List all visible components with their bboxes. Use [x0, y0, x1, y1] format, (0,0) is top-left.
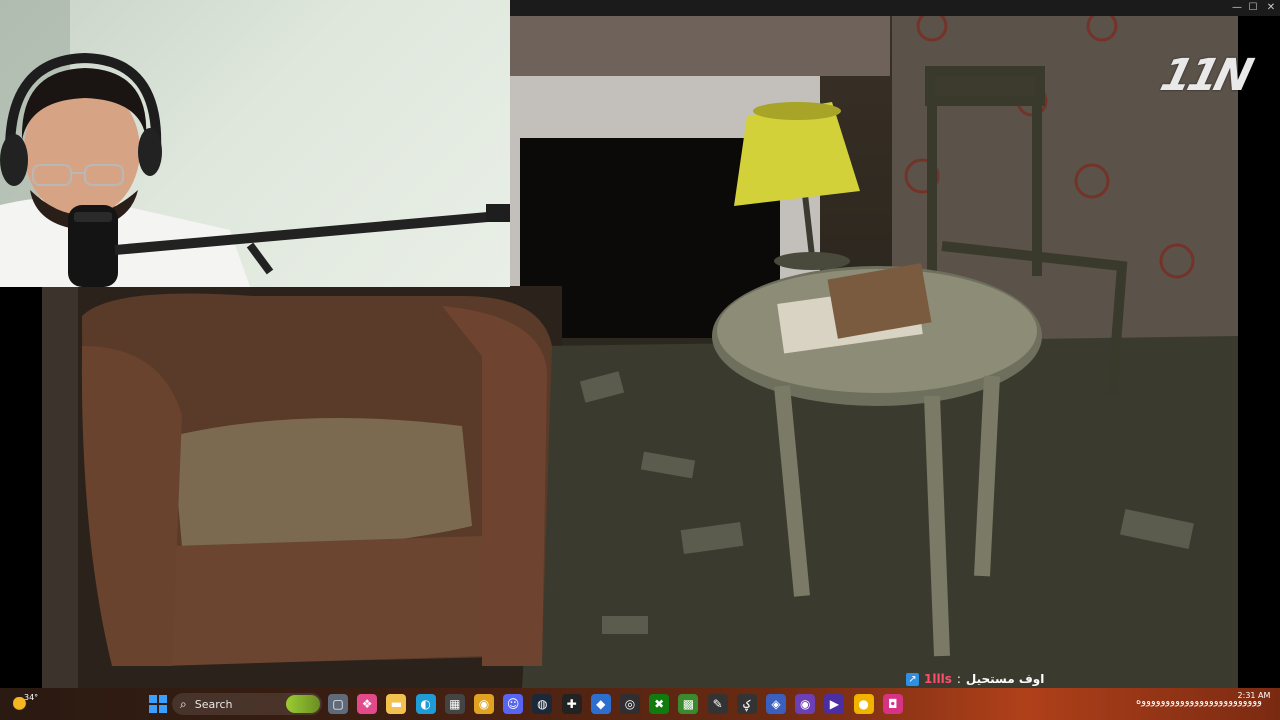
- chat-separator: :: [956, 672, 961, 686]
- edge-icon[interactable]: ◐: [415, 694, 436, 714]
- webcam-overlay: [0, 0, 510, 287]
- capture-icon[interactable]: ✚: [561, 694, 582, 714]
- window-controls-bar: — ☐ ✕: [510, 0, 1280, 16]
- taskbar-clock[interactable]: 2:31 AM: [1234, 691, 1274, 700]
- purple-app-icon[interactable]: ◉: [795, 694, 816, 714]
- media-icon[interactable]: ▶: [824, 694, 845, 714]
- minecraft-icon[interactable]: ▩: [678, 694, 699, 714]
- app-blue-icon[interactable]: ◆: [590, 694, 611, 714]
- streamer-webcam-image: [0, 0, 510, 287]
- weather-temperature: 34°: [24, 693, 39, 702]
- pink-app-icon[interactable]: ◘: [882, 694, 903, 714]
- windows-start-icon[interactable]: [148, 694, 168, 714]
- chat-message: ↗ 1llls : اوف مستحيل: [906, 670, 1044, 688]
- search-placeholder: Search: [194, 697, 233, 711]
- chat-username: 1llls: [924, 672, 952, 686]
- colorful-app-icon[interactable]: ❖: [357, 694, 378, 714]
- discord-icon[interactable]: ☺: [503, 694, 524, 714]
- chrome-icon[interactable]: ◉: [474, 694, 494, 714]
- taskbar: 34° ⌕ Search ▢ ❖ ▬ ◐ ▦ ◉ ☺ ◍ ✚ ◆ ◎ ✖ ▩ ✎ ؼ ◈ ◉ ▶ ● ◘ وووووو…: [0, 688, 1280, 720]
- store-icon[interactable]: ▦: [444, 694, 465, 714]
- chat-message-text: اوف مستحيل: [965, 672, 1045, 686]
- steam-icon[interactable]: ◍: [532, 694, 553, 714]
- ticker-text: وووووووووووووووووووووووووه: [1136, 696, 1262, 707]
- chat-badge-icon: ↗: [906, 672, 919, 686]
- maximize-button[interactable]: ☐: [1244, 1, 1262, 15]
- network-icon[interactable]: ◈: [766, 694, 786, 714]
- yellow-app-icon[interactable]: ●: [853, 694, 874, 714]
- pen-icon[interactable]: ✎: [707, 694, 728, 714]
- channel-logo: 11N: [1155, 50, 1255, 101]
- xbox-icon[interactable]: ✖: [649, 694, 670, 714]
- file-icon[interactable]: ▢: [328, 694, 348, 714]
- search-highlight-icon: [286, 695, 320, 713]
- close-button[interactable]: ✕: [1262, 1, 1280, 15]
- script-icon[interactable]: ؼ: [736, 694, 757, 714]
- weather-widget[interactable]: 34°: [10, 693, 39, 715]
- folder-icon[interactable]: ▬: [386, 694, 407, 714]
- search-icon: ⌕: [180, 696, 187, 711]
- obs-icon[interactable]: ◎: [620, 694, 640, 714]
- taskbar-search[interactable]: ⌕ Search: [172, 693, 322, 715]
